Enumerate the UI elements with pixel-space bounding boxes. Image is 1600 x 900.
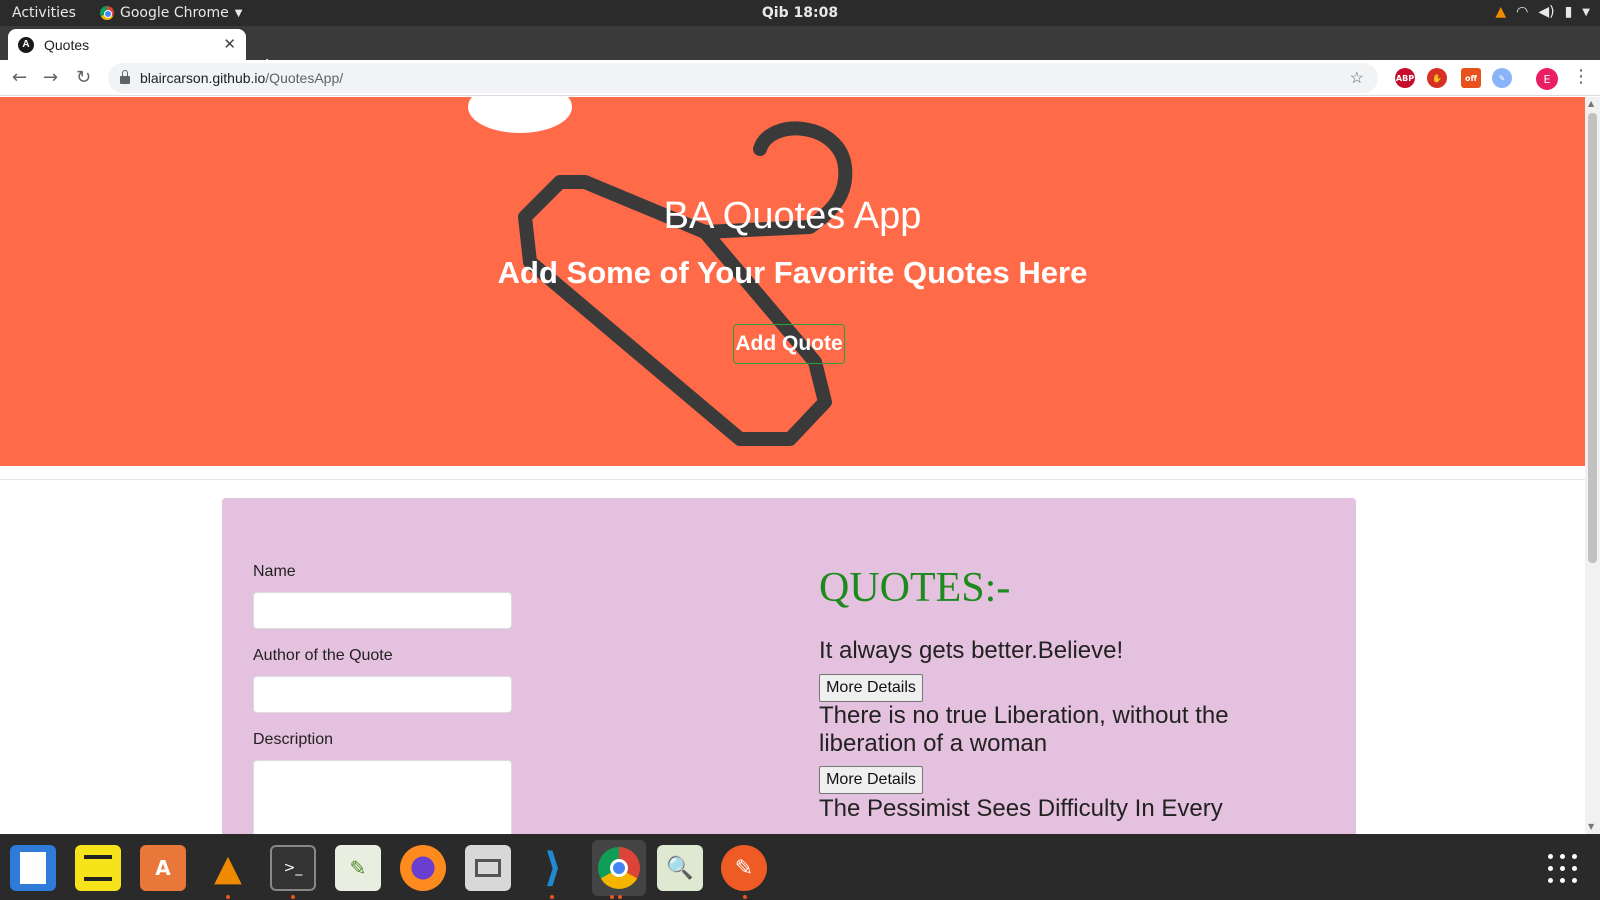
postman-icon[interactable]: ✎ [721,845,767,891]
more-details-button[interactable]: More Details [819,766,923,794]
more-details-button[interactable]: More Details [819,674,923,702]
url-path: /QuotesApp/ [265,70,344,86]
vlc-icon[interactable]: ▲ [1495,4,1506,20]
url-host: blaircarson.github.io [140,70,266,86]
back-arrow-icon[interactable]: ← [12,67,27,88]
running-indicator [291,895,295,899]
angular-favicon-icon: A [18,36,34,53]
more-menu-icon[interactable]: ⋮ [1572,66,1590,87]
firefox-icon[interactable] [400,845,446,891]
address-bar[interactable]: blaircarson.github.io/QuotesApp/ ☆ [108,63,1378,93]
ext-off-icon[interactable]: off [1461,68,1481,88]
hero-banner: BA Quotes App Add Some of Your Favorite … [0,97,1585,466]
ubuntu-dock: A ▲ >_ ✎ ⟩ 🔍 ✎ [0,834,1600,900]
running-indicator [610,895,614,899]
quote-text: There is no true Liberation, without the… [819,702,1229,757]
author-label: Author of the Quote [253,647,393,664]
page-scrollbar[interactable]: ▲ ▼ [1585,97,1600,834]
show-applications-icon[interactable] [1548,854,1578,884]
image-viewer-icon[interactable]: 🔍 [657,845,703,891]
scroll-up-icon[interactable]: ▲ [1588,99,1594,108]
volume-icon: ◀) [1538,4,1555,20]
page-title: BA Quotes App [663,195,922,237]
close-tab-icon[interactable]: ✕ [223,35,236,53]
text-editor-icon[interactable]: ✎ [335,845,381,891]
battery-icon: ▮ [1564,4,1573,20]
name-input[interactable] [253,592,512,629]
chevron-down-icon: ▼ [1582,6,1590,18]
terminal-icon[interactable]: >_ [270,845,316,891]
description-label: Description [253,731,334,748]
quotes-heading: QUOTES:- [819,565,1011,611]
ext-blue-icon[interactable]: ✎ [1492,68,1512,88]
lock-icon[interactable] [120,70,130,84]
libreoffice-writer-icon[interactable] [10,845,56,891]
privacy-badger-icon[interactable]: ✋ [1427,68,1447,88]
page-viewport: BA Quotes App Add Some of Your Favorite … [0,97,1585,834]
scroll-down-icon[interactable]: ▼ [1588,822,1594,831]
scrollbar-thumb[interactable] [1588,113,1597,563]
reload-icon[interactable]: ↻ [76,67,91,88]
author-input[interactable] [253,676,512,713]
tab-strip: A Quotes ✕ + [0,26,1600,78]
page-subtitle: Add Some of Your Favorite Quotes Here [497,255,1088,290]
running-indicator [618,895,622,899]
vlc-icon[interactable]: ▲ [205,845,251,891]
chrome-icon[interactable] [592,840,646,896]
browser-toolbar: ← → ↻ blaircarson.github.io/QuotesApp/ ☆… [0,60,1600,96]
wifi-icon: ◠ [1516,4,1529,20]
quote-text: The Pessimist Sees Difficulty In Every [819,795,1223,822]
tab-quotes[interactable]: A Quotes ✕ [8,29,246,60]
running-indicator [226,895,230,899]
adblock-icon[interactable]: ABP [1395,68,1415,88]
software-center-icon[interactable]: A [140,845,186,891]
bookmark-star-icon[interactable]: ☆ [1350,68,1364,88]
system-tray[interactable]: ▲ ◠ ◀) ▮ ▼ [1495,4,1590,20]
vscode-icon[interactable]: ⟩ [530,845,576,891]
description-textarea[interactable] [253,760,512,834]
add-quote-button[interactable]: Add Quote [733,324,845,364]
tab-title: Quotes [44,36,90,53]
clock[interactable]: Qib 18:08 [0,5,1600,21]
quote-text: It always gets better.Believe! [819,637,1124,664]
notes-icon[interactable] [75,845,121,891]
files-icon[interactable] [465,845,511,891]
system-top-bar: Activities Google Chrome ▼ Qib 18:08 ▲ ◠… [0,0,1600,26]
quotes-card: Name Author of the Quote Description QUO… [222,498,1356,834]
running-indicator [743,895,747,899]
running-indicator [550,895,554,899]
divider [0,479,1585,480]
profile-avatar[interactable]: E [1536,68,1558,90]
forward-arrow-icon[interactable]: → [43,67,58,88]
hero-cloud [468,97,572,133]
name-label: Name [253,563,296,580]
